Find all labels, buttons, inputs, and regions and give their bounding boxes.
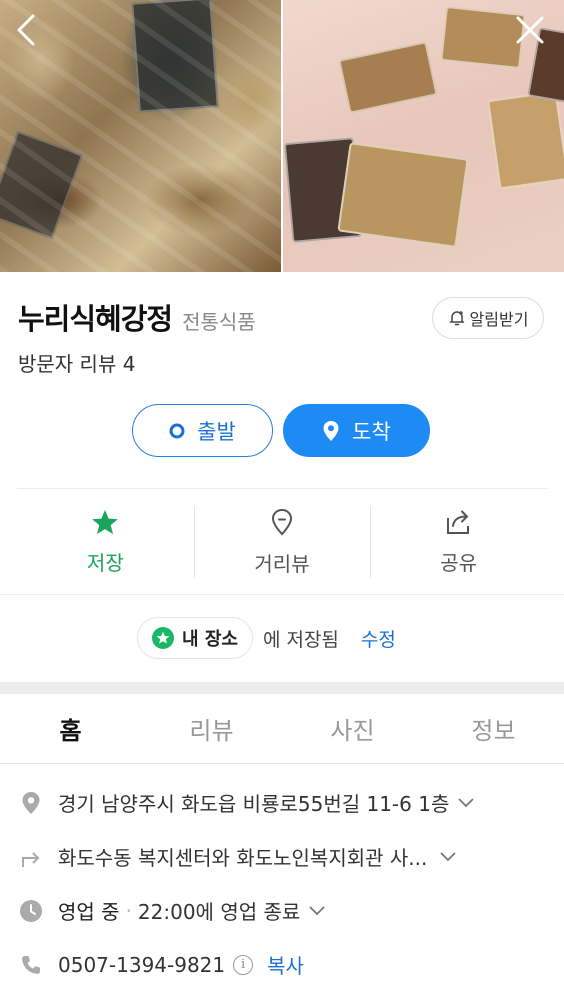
chevron-down-icon [439, 851, 457, 863]
saved-text: 에 저장됨 [262, 628, 339, 651]
tab-home[interactable]: 홈 [0, 694, 141, 763]
save-label: 저장 [86, 550, 124, 575]
open-status: 영업 중 [58, 900, 120, 924]
streetview-label: 거리뷰 [254, 551, 310, 576]
section-divider [0, 594, 564, 595]
my-place-chip[interactable]: 내 장소 [137, 617, 253, 659]
photo-decoration [337, 142, 469, 248]
chevron-down-icon [457, 797, 475, 809]
visitor-review-link[interactable]: 방문자 리뷰 4 [18, 348, 135, 377]
close-button[interactable] [514, 14, 546, 46]
photo-gallery[interactable] [0, 0, 564, 272]
tab-bar: 홈 리뷰 사진 정보 [0, 694, 564, 764]
close-icon [516, 16, 544, 44]
photo-decoration [487, 90, 564, 190]
share-button[interactable]: 공유 [370, 490, 547, 594]
action-bar: 저장 거리뷰 공유 [17, 490, 547, 594]
share-icon [446, 510, 469, 534]
tab-info[interactable]: 정보 [423, 694, 564, 763]
star-filled-icon [92, 509, 119, 534]
back-button[interactable] [10, 14, 42, 46]
photo-decoration [440, 5, 526, 70]
depart-button[interactable]: 출발 [132, 404, 273, 457]
chevron-left-icon [17, 14, 35, 46]
info-icon[interactable]: i [233, 954, 254, 975]
photo-nut-bars-packaged[interactable] [0, 0, 281, 272]
place-name: 누리식혜강정 [18, 302, 173, 336]
arrive-label: 도착 [352, 419, 391, 444]
phone-row: 0507-1394-9821 i 복사 [18, 950, 304, 979]
location-pin-icon [18, 790, 44, 816]
phone-icon [18, 952, 44, 978]
directions-text: 화도수동 복지센터와 화도노인복지회관 사... [58, 846, 428, 870]
section-separator [0, 682, 564, 694]
clock-icon [18, 898, 44, 924]
map-pin-outline-icon [271, 508, 293, 535]
section-divider [17, 488, 547, 489]
photo-decoration [0, 0, 281, 272]
share-label: 공유 [440, 550, 478, 575]
address-text: 경기 남양주시 화도읍 비룡로55번길 11-6 1층 [58, 792, 450, 816]
photo-decoration [338, 41, 438, 114]
saved-status-row: 내 장소 에 저장됨 수정 [137, 617, 396, 659]
location-pin-icon [323, 420, 339, 441]
depart-label: 출발 [197, 419, 236, 444]
dot-separator: · [125, 898, 132, 923]
copy-button[interactable]: 복사 [267, 950, 304, 979]
arrive-button[interactable]: 도착 [283, 404, 430, 457]
directions-row[interactable]: 화도수동 복지센터와 화도노인복지회관 사... [18, 842, 457, 871]
save-button[interactable]: 저장 [17, 490, 194, 594]
streetview-button[interactable]: 거리뷰 [193, 490, 371, 594]
alert-button-label: 알림받기 [469, 310, 529, 329]
tab-reviews[interactable]: 리뷰 [141, 694, 282, 763]
tab-photos[interactable]: 사진 [282, 694, 423, 763]
place-title-row: 누리식혜강정 전통식품 [18, 296, 256, 338]
star-badge-icon [152, 627, 174, 649]
turn-arrow-icon [18, 844, 44, 870]
my-place-label: 내 장소 [182, 629, 238, 650]
closing-time: 22:00에 영업 종료 [137, 900, 301, 924]
bell-plus-icon [449, 311, 464, 326]
chevron-down-icon [308, 905, 326, 917]
edit-link[interactable]: 수정 [361, 625, 396, 652]
hours-row[interactable]: 영업 중 · 22:00에 영업 종료 [18, 896, 326, 925]
alert-button[interactable]: 알림받기 [432, 297, 544, 339]
place-category: 전통식품 [182, 310, 256, 334]
phone-number[interactable]: 0507-1394-9821 [58, 953, 225, 977]
origin-dot-icon [169, 423, 185, 438]
address-row[interactable]: 경기 남양주시 화도읍 비룡로55번길 11-6 1층 [18, 788, 475, 817]
